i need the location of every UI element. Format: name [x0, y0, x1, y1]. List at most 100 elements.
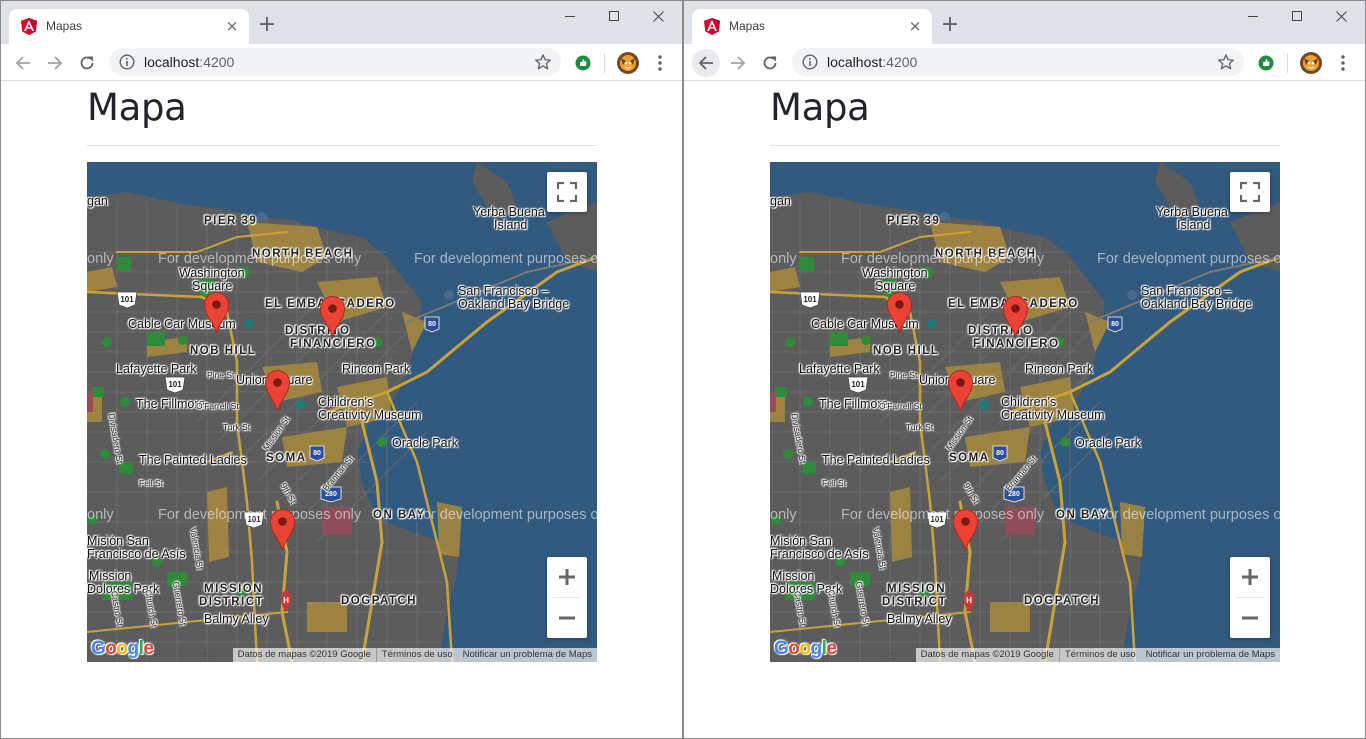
forward-arrow-icon[interactable] [724, 49, 752, 77]
fullscreen-icon [1240, 182, 1260, 202]
dev-watermark: For development purposes only [414, 251, 597, 267]
back-arrow-icon[interactable] [692, 49, 720, 77]
desktop: Mapas × + localhost:4200 Mapa 101 101 10… [0, 0, 1366, 739]
map-label: Creativity Museum [1001, 408, 1105, 422]
forward-arrow-icon[interactable] [41, 49, 69, 77]
dev-watermark: only [770, 251, 797, 267]
avatar[interactable] [617, 52, 639, 74]
terms-link[interactable]: Términos de uso [1060, 648, 1141, 662]
map-label: Island [494, 218, 528, 232]
map-label: The Painted Ladies [822, 453, 930, 467]
dev-watermark: For development purposes only [158, 251, 362, 267]
svg-text:H: H [966, 596, 972, 605]
map-label: Island [1177, 218, 1211, 232]
maximize-icon[interactable] [1275, 5, 1319, 29]
terms-link[interactable]: Términos de uso [377, 648, 458, 662]
keyboard-shortcuts-icon[interactable] [204, 653, 212, 660]
minimize-icon[interactable] [1231, 5, 1275, 29]
fullscreen-button[interactable] [547, 172, 587, 212]
dev-watermark: For development purposes only [841, 251, 1045, 267]
url-text[interactable]: localhost:4200 [144, 54, 234, 70]
address-bar[interactable]: localhost:4200 [109, 48, 561, 76]
google-logo[interactable]: Google [91, 638, 157, 660]
maximize-icon[interactable] [592, 5, 636, 29]
dev-watermark: only [770, 507, 797, 523]
map-marker-icon[interactable] [203, 291, 230, 334]
map-label: DOGPATCH [341, 595, 418, 607]
map-label: Rincon Park [342, 362, 411, 376]
map-label: Francisco de Asís [87, 547, 186, 561]
zoom-out-button[interactable] [1230, 598, 1270, 638]
map-label: DOGPATCH [1024, 595, 1101, 607]
star-icon[interactable] [534, 53, 552, 71]
tab-title: Mapas [46, 19, 83, 33]
zoom-in-icon [1242, 569, 1258, 585]
close-icon[interactable]: × [906, 17, 924, 35]
new-tab-button[interactable]: + [257, 14, 277, 36]
map-label: Oakland Bay Bridge [1141, 297, 1253, 311]
window-close-icon[interactable] [636, 5, 680, 29]
zoom-in-icon [559, 569, 575, 585]
google-map[interactable]: 101 101 101 80 80 280 H gan PIER 39 Yerb… [87, 162, 597, 662]
map-marker-icon[interactable] [264, 369, 291, 412]
google-logo[interactable]: Google [774, 638, 840, 660]
map-label: PIER 39 [204, 215, 258, 227]
dev-watermark: For development purposes only [158, 507, 362, 523]
map-label: Fell St [822, 478, 847, 488]
page-content: Mapa 101 101 101 80 80 280 H gan PIER 39… [1, 82, 682, 738]
address-bar[interactable]: localhost:4200 [792, 48, 1244, 76]
report-problem-link[interactable]: Notificar un problema de Maps [1141, 648, 1280, 662]
map-label: gan [87, 194, 108, 208]
page-title: Mapa [770, 86, 870, 129]
info-icon[interactable] [802, 54, 818, 70]
fullscreen-button[interactable] [1230, 172, 1270, 212]
map-attribution: Datos de mapas ©2019 Google Términos de … [915, 648, 1280, 662]
dev-watermark: For development purposes only [1097, 251, 1280, 267]
back-arrow-icon[interactable] [9, 49, 37, 77]
window-close-icon[interactable] [1319, 5, 1363, 29]
map-label: Balmy Alley [887, 612, 952, 626]
map-marker-icon[interactable] [269, 508, 296, 551]
map-label: Francisco de Asís [770, 547, 869, 561]
browser-tab[interactable]: Mapas × [692, 9, 932, 44]
reload-icon[interactable] [756, 49, 784, 77]
map-label: Balmy Alley [204, 612, 269, 626]
map-label: Lafayette Park [799, 362, 880, 376]
zoom-control [1230, 557, 1270, 638]
google-map[interactable]: 101 101 101 80 80 280 H gan PIER 39 Yerb… [770, 162, 1280, 662]
url-text[interactable]: localhost:4200 [827, 54, 917, 70]
extension-icon[interactable] [575, 55, 591, 71]
map-marker-icon[interactable] [952, 508, 979, 551]
zoom-out-icon [1242, 616, 1258, 620]
browser-tab[interactable]: Mapas × [9, 9, 249, 44]
new-tab-button[interactable]: + [940, 14, 960, 36]
browser-window: Mapas × + localhost:4200 Mapa 101 101 10… [683, 0, 1366, 739]
map-label: SOMA [266, 452, 307, 464]
map-label: O'Farrell St [196, 401, 239, 411]
zoom-in-button[interactable] [547, 557, 587, 597]
map-label: O'Farrell St [879, 401, 922, 411]
tab-strip: Mapas × + [1, 1, 682, 44]
map-marker-icon[interactable] [886, 291, 913, 334]
menu-dots-icon[interactable] [1335, 54, 1351, 72]
avatar[interactable] [1300, 52, 1322, 74]
svg-text:80: 80 [428, 321, 436, 328]
map-marker-icon[interactable] [319, 295, 346, 338]
zoom-out-button[interactable] [547, 598, 587, 638]
tab-title: Mapas [729, 19, 766, 33]
star-icon[interactable] [1217, 53, 1235, 71]
map-marker-icon[interactable] [947, 369, 974, 412]
report-problem-link[interactable]: Notificar un problema de Maps [458, 648, 597, 662]
menu-dots-icon[interactable] [652, 54, 668, 72]
map-label: DISTRICT [199, 596, 265, 608]
close-icon[interactable]: × [223, 17, 241, 35]
map-label: NOB HILL [190, 345, 257, 357]
map-marker-icon[interactable] [1002, 295, 1029, 338]
zoom-in-button[interactable] [1230, 557, 1270, 597]
extension-icon[interactable] [1258, 55, 1274, 71]
minimize-icon[interactable] [548, 5, 592, 29]
info-icon[interactable] [119, 54, 135, 70]
map-label: Pine St [207, 370, 235, 380]
reload-icon[interactable] [73, 49, 101, 77]
keyboard-shortcuts-icon[interactable] [887, 653, 895, 660]
